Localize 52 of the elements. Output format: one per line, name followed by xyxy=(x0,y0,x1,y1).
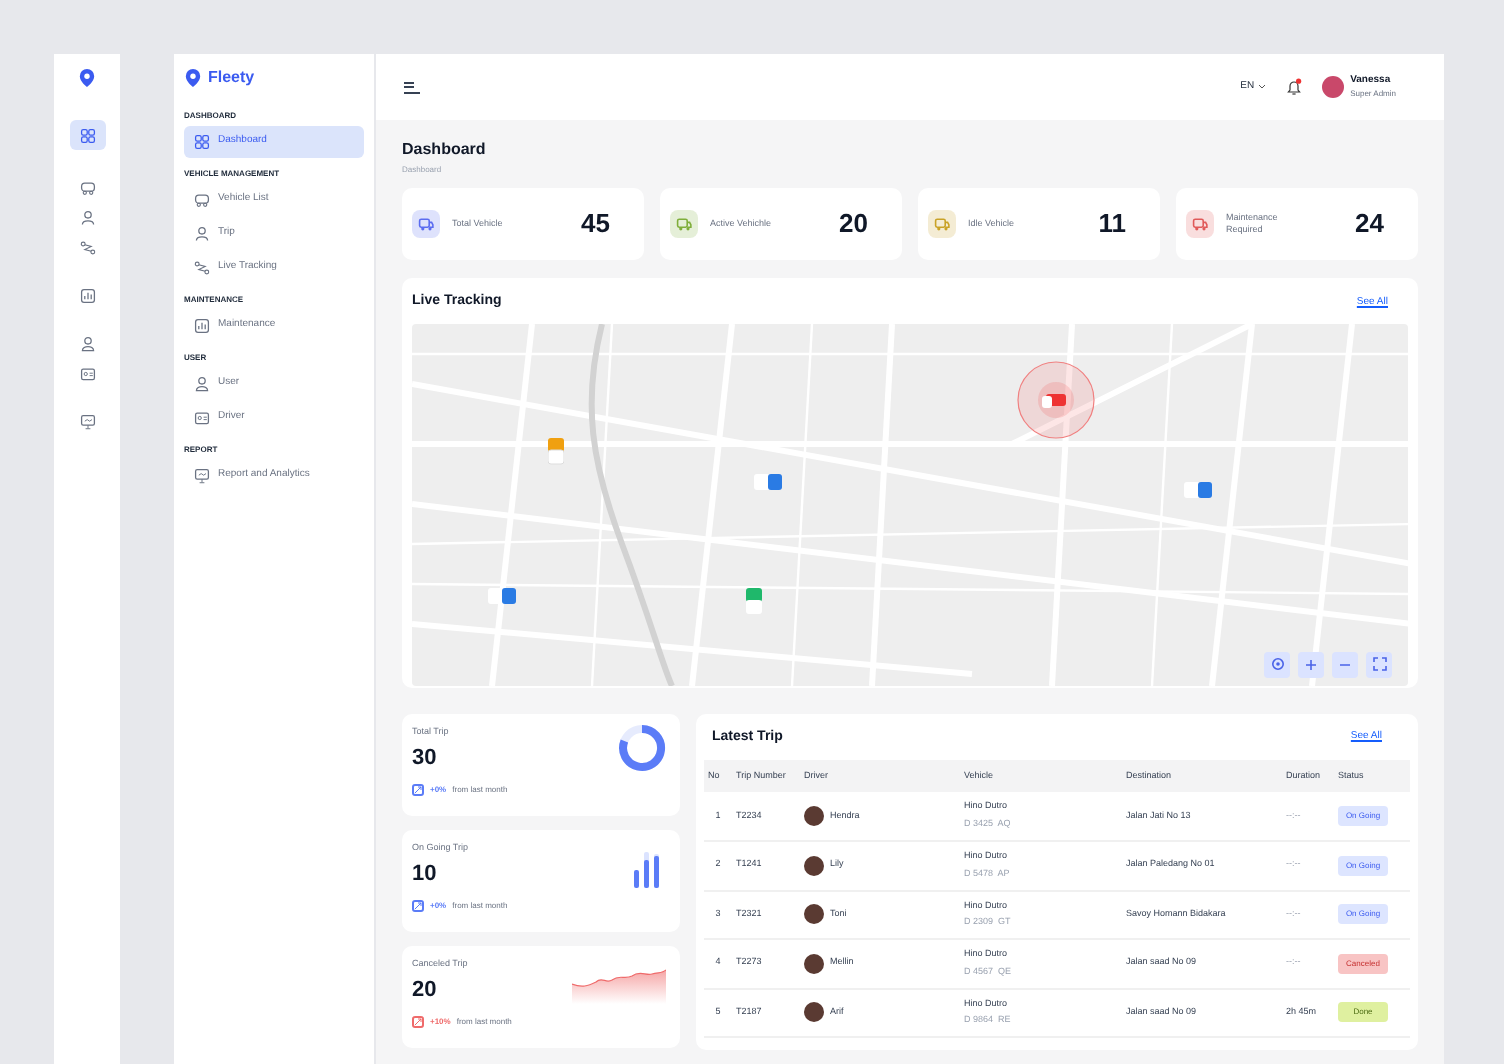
car-icon[interactable] xyxy=(754,473,782,489)
stat-value: 11 xyxy=(1098,206,1126,243)
presentation-icon xyxy=(194,468,210,484)
avatar xyxy=(804,806,824,826)
avatar xyxy=(804,855,824,876)
brand-name: Fleety xyxy=(208,66,255,90)
avatar xyxy=(804,904,824,925)
donut-drawing xyxy=(618,723,666,771)
car-icon[interactable] xyxy=(1184,479,1212,499)
car-icon[interactable] xyxy=(548,437,564,465)
locate-button[interactable] xyxy=(1264,651,1290,677)
truck-icon xyxy=(79,180,95,196)
avatar[interactable] xyxy=(1322,76,1345,98)
chart-icon xyxy=(79,288,95,304)
person-icon xyxy=(194,226,210,242)
truck-icon xyxy=(194,192,210,208)
zoom-out-button[interactable] xyxy=(1332,651,1358,677)
car-icon[interactable] xyxy=(744,587,764,615)
person-icon xyxy=(79,210,95,226)
car-icon[interactable] xyxy=(488,587,516,603)
rail-button[interactable] xyxy=(69,120,105,150)
grid-icon xyxy=(194,134,210,150)
page-title: Dashboard xyxy=(402,140,488,160)
user-icon xyxy=(79,336,95,352)
zoom-in-button[interactable] xyxy=(1298,651,1324,677)
trip-value: 30 xyxy=(412,744,439,775)
grid-icon xyxy=(79,127,95,143)
route-icon xyxy=(79,240,95,256)
id-card-icon xyxy=(194,410,210,426)
chart-icon xyxy=(194,318,210,334)
notification-bell-icon[interactable] xyxy=(1286,78,1303,96)
logo-pin-icon xyxy=(184,68,202,88)
trip-value: 10 xyxy=(412,860,439,891)
menu-icon[interactable] xyxy=(404,81,420,93)
user-icon xyxy=(194,376,210,392)
id-card-icon xyxy=(79,366,95,382)
fullscreen-button[interactable] xyxy=(1366,651,1392,677)
route-icon xyxy=(194,260,210,276)
stat-value: 45 xyxy=(581,206,610,243)
car-alert-icon[interactable] xyxy=(1016,359,1096,439)
fullscreen-icon xyxy=(1371,656,1387,672)
stat-value: 20 xyxy=(839,206,868,243)
area-chart-drawing xyxy=(572,967,666,1003)
presentation-icon xyxy=(79,414,95,430)
plus-icon xyxy=(1304,657,1318,671)
logo-pin-icon xyxy=(78,68,96,88)
stat-value: 24 xyxy=(1355,206,1384,243)
avatar xyxy=(804,953,824,974)
trip-value: 20 xyxy=(412,976,439,1007)
avatar xyxy=(804,1002,824,1023)
target-icon xyxy=(1269,656,1285,672)
bar-chart-drawing xyxy=(634,851,662,887)
